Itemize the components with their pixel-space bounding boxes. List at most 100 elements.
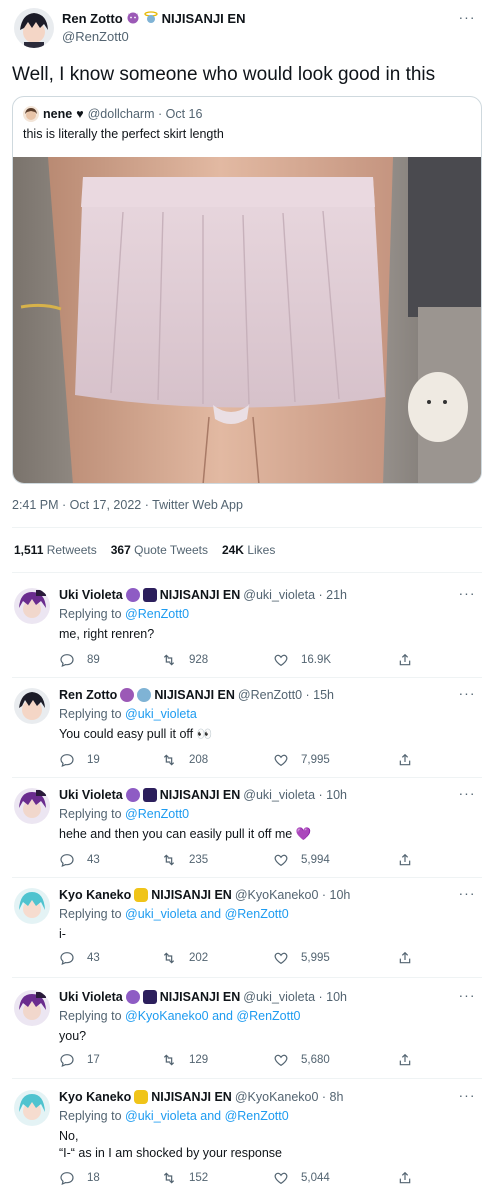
kyo-kaneko-avatar[interactable] bbox=[14, 1090, 50, 1126]
retweet-icon bbox=[163, 1054, 175, 1066]
reply-mentions[interactable]: @uki_violeta bbox=[125, 707, 197, 721]
reply-count: 89 bbox=[87, 654, 100, 666]
reply-button[interactable]: 18 bbox=[59, 1170, 100, 1186]
quoted-tweet[interactable]: nene ♥ @dollcharm · Oct 16 this is liter… bbox=[12, 96, 482, 484]
reply-meta: @KyoKaneko0 · 8h bbox=[234, 1090, 344, 1104]
like-button[interactable]: 7,995 bbox=[273, 752, 330, 768]
divider bbox=[12, 1078, 482, 1079]
reply-count: 43 bbox=[87, 854, 100, 866]
share-icon bbox=[399, 853, 411, 866]
reply-author-name[interactable]: Uki Violeta bbox=[59, 788, 123, 802]
retweet-button[interactable]: 208 bbox=[161, 752, 208, 768]
like-button[interactable]: 16.9K bbox=[273, 652, 331, 668]
reply-text: me, right renren? bbox=[59, 627, 155, 641]
quote-author-name[interactable]: nene bbox=[43, 107, 72, 121]
reply-author-name[interactable]: Uki Violeta bbox=[59, 990, 123, 1004]
more-icon[interactable]: ··· bbox=[457, 786, 477, 800]
more-icon[interactable]: ··· bbox=[457, 686, 477, 700]
reply-author-name[interactable]: Kyo Kaneko bbox=[59, 888, 131, 902]
retweet-button[interactable]: 235 bbox=[161, 852, 208, 868]
reply-actions: 43 202 5,995 bbox=[59, 950, 419, 968]
reply-text: You could easy pull it off 👀 bbox=[59, 727, 213, 741]
more-icon[interactable]: ··· bbox=[457, 988, 477, 1002]
retweets-stat[interactable]: 1,511 Retweets bbox=[14, 543, 97, 557]
reply-tweet[interactable]: Uki Violeta NIJISANJI EN @uki_violeta · … bbox=[0, 778, 499, 878]
reply-button[interactable]: 43 bbox=[59, 852, 100, 868]
ren-zotto-avatar[interactable] bbox=[14, 8, 54, 48]
main-tweet-author-row[interactable]: Ren Zotto NIJISANJI EN bbox=[62, 10, 245, 27]
reply-actions: 18 152 5,044 bbox=[59, 1170, 419, 1188]
retweet-button[interactable]: 928 bbox=[161, 652, 208, 668]
retweet-button[interactable]: 202 bbox=[161, 950, 208, 966]
reply-button[interactable]: 89 bbox=[59, 652, 100, 668]
reply-icon bbox=[60, 854, 74, 868]
quote-tweets-stat[interactable]: 367 Quote Tweets bbox=[111, 543, 208, 557]
reply-tweet[interactable]: Kyo Kaneko NIJISANJI EN @KyoKaneko0 · 8h… bbox=[0, 1080, 499, 1200]
retweet-button[interactable]: 152 bbox=[161, 1170, 208, 1186]
retweet-count: 152 bbox=[189, 1172, 209, 1184]
reply-author-suffix: NIJISANJI EN bbox=[154, 688, 235, 702]
more-icon[interactable]: ··· bbox=[457, 1088, 477, 1102]
retweet-button[interactable]: 129 bbox=[161, 1052, 208, 1068]
engagement-stats: 1,511 Retweets 367 Quote Tweets 24K Like… bbox=[14, 543, 275, 557]
reply-actions: 19 208 7,995 bbox=[59, 752, 419, 770]
reply-author-name[interactable]: Uki Violeta bbox=[59, 588, 123, 602]
reply-author-name[interactable]: Kyo Kaneko bbox=[59, 1090, 131, 1104]
reply-count: 17 bbox=[87, 1054, 100, 1066]
reply-tweet[interactable]: Ren Zotto NIJISANJI EN @RenZott0 · 15h ·… bbox=[0, 678, 499, 778]
replying-to: Replying to @uki_violeta and @RenZott0 bbox=[59, 1109, 289, 1123]
more-icon[interactable]: ··· bbox=[457, 586, 477, 600]
main-author-handle[interactable]: @RenZott0 bbox=[62, 29, 129, 44]
like-button[interactable]: 5,995 bbox=[273, 950, 330, 966]
ren-zotto-avatar[interactable] bbox=[14, 688, 50, 724]
like-button[interactable]: 5,994 bbox=[273, 852, 330, 868]
share-button[interactable] bbox=[397, 752, 413, 768]
uki-violeta-avatar[interactable] bbox=[14, 588, 50, 624]
main-author-name[interactable]: Ren Zotto bbox=[62, 11, 123, 26]
reply-mentions[interactable]: @uki_violeta and @RenZott0 bbox=[125, 1109, 289, 1123]
retweet-count: 928 bbox=[189, 654, 209, 666]
main-tweet-timestamp[interactable]: 2:41 PM · Oct 17, 2022 · Twitter Web App bbox=[12, 498, 243, 512]
replying-label: Replying to bbox=[59, 907, 122, 921]
share-icon bbox=[399, 1053, 411, 1066]
like-icon bbox=[274, 754, 288, 767]
uki-violeta-avatar[interactable] bbox=[14, 788, 50, 824]
share-button[interactable] bbox=[397, 1170, 413, 1186]
quote-text: this is literally the perfect skirt leng… bbox=[23, 127, 224, 141]
crystal-ball-emoji-icon bbox=[125, 788, 140, 802]
main-author-suffix: NIJISANJI EN bbox=[161, 11, 246, 26]
like-count: 7,995 bbox=[301, 754, 330, 766]
reply-tweet[interactable]: Uki Violeta NIJISANJI EN @uki_violeta · … bbox=[0, 578, 499, 678]
reply-count: 43 bbox=[87, 952, 100, 964]
share-button[interactable] bbox=[397, 652, 413, 668]
reply-tweet[interactable]: Uki Violeta NIJISANJI EN @uki_violeta · … bbox=[0, 980, 499, 1080]
reply-mentions[interactable]: @RenZott0 bbox=[125, 807, 189, 821]
reply-mentions[interactable]: @KyoKaneko0 and @RenZott0 bbox=[125, 1009, 300, 1023]
reply-button[interactable]: 17 bbox=[59, 1052, 100, 1068]
reply-tweet[interactable]: Kyo Kaneko NIJISANJI EN @KyoKaneko0 · 10… bbox=[0, 878, 499, 978]
share-button[interactable] bbox=[397, 1052, 413, 1068]
like-icon bbox=[274, 654, 288, 667]
uki-violeta-avatar[interactable] bbox=[14, 990, 50, 1026]
share-button[interactable] bbox=[397, 950, 413, 966]
more-icon[interactable]: ··· bbox=[457, 886, 477, 900]
kyo-kaneko-avatar[interactable] bbox=[14, 888, 50, 924]
share-button[interactable] bbox=[397, 852, 413, 868]
reply-button[interactable]: 19 bbox=[59, 752, 100, 768]
reply-author-name[interactable]: Ren Zotto bbox=[59, 688, 117, 702]
reply-mentions[interactable]: @uki_violeta and @RenZott0 bbox=[125, 907, 289, 921]
replying-label: Replying to bbox=[59, 807, 122, 821]
retweet-icon bbox=[163, 854, 175, 866]
like-button[interactable]: 5,680 bbox=[273, 1052, 330, 1068]
like-icon bbox=[274, 1054, 288, 1067]
more-icon[interactable]: ··· bbox=[457, 10, 477, 24]
reply-button[interactable]: 43 bbox=[59, 950, 100, 966]
reply-meta: @RenZott0 · 15h bbox=[237, 688, 334, 702]
like-button[interactable]: 5,044 bbox=[273, 1170, 330, 1186]
quote-photo[interactable] bbox=[13, 157, 481, 483]
divider bbox=[12, 977, 482, 978]
reply-icon bbox=[60, 1054, 74, 1068]
halo-emoji-icon bbox=[137, 688, 152, 702]
reply-mentions[interactable]: @RenZott0 bbox=[125, 607, 189, 621]
likes-stat[interactable]: 24K Likes bbox=[222, 543, 275, 557]
